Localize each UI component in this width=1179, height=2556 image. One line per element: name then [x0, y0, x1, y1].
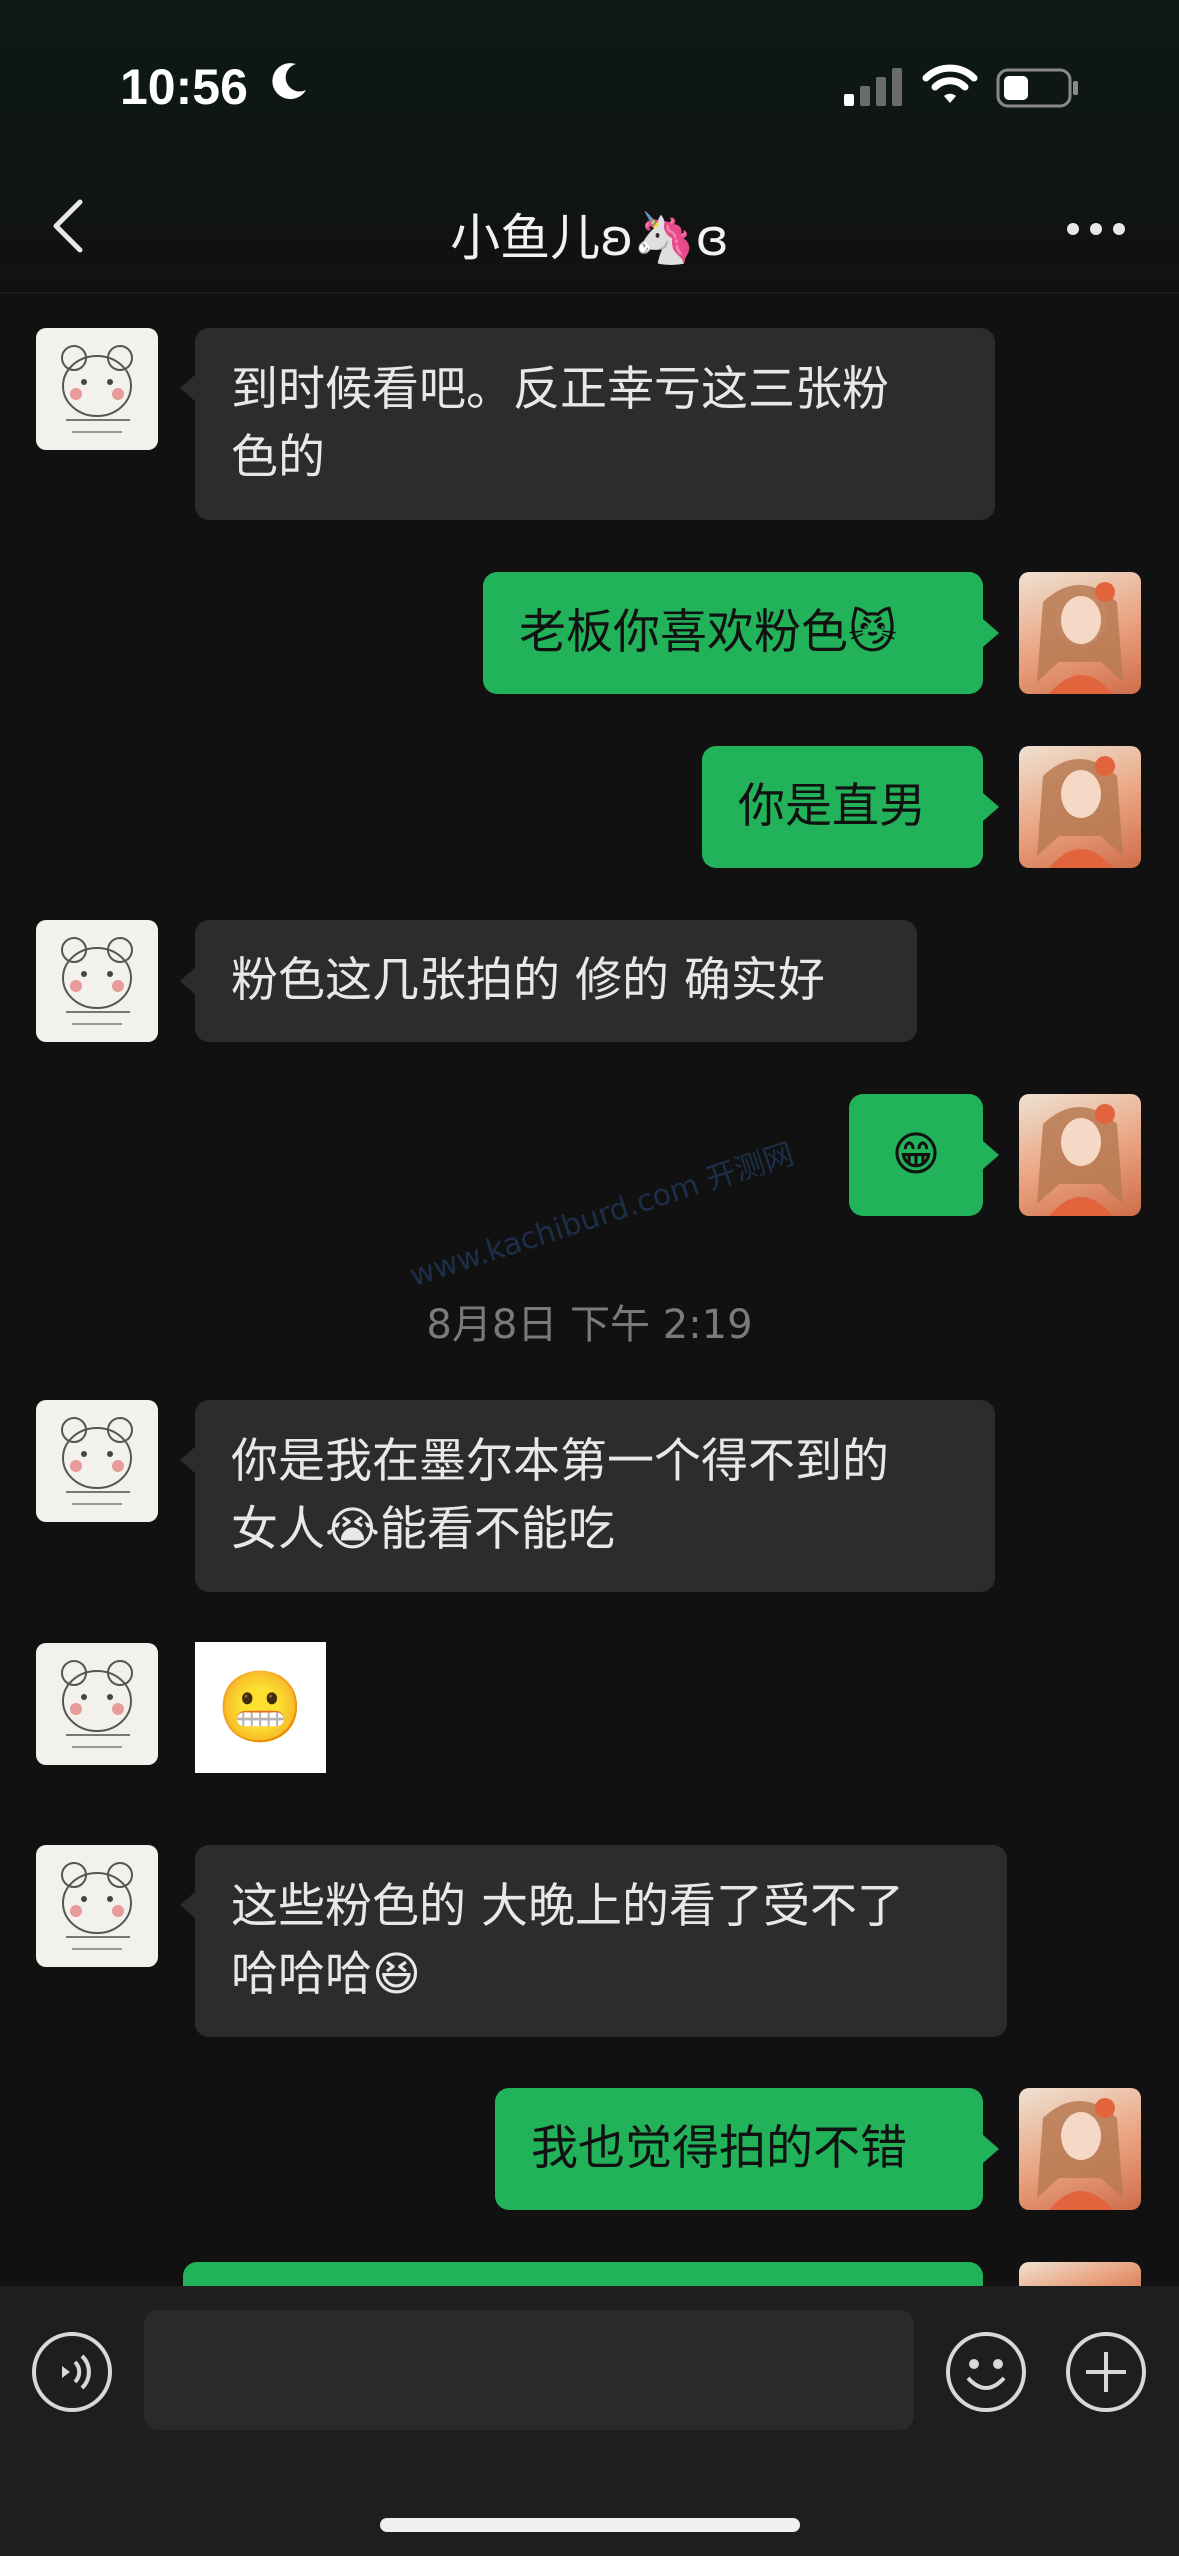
cellular-signal-icon [844, 68, 902, 106]
header-divider [0, 292, 1179, 294]
bubble-tail [180, 967, 196, 995]
my-avatar[interactable] [1019, 2088, 1141, 2210]
voice-icon[interactable] [30, 2330, 114, 2414]
message-text: 粉色这几张拍的 修的 确实好 [231, 953, 825, 1008]
message-text: 我也觉得拍的不错 [531, 2121, 907, 2176]
chat-title: 小鱼儿ʚ🦄ɞ [450, 209, 729, 267]
girl-avatar-image [1037, 756, 1123, 868]
moon-icon [272, 63, 306, 100]
wifi-icon [922, 64, 978, 103]
girl-avatar-image [1037, 2098, 1123, 2210]
bubble-tail [983, 793, 999, 821]
more-icon[interactable] [1066, 222, 1126, 236]
bear-avatar-image [61, 1660, 133, 1748]
bubble-tail [180, 1446, 196, 1474]
bubble-tail [983, 1141, 999, 1169]
message-bubble-incoming[interactable]: 到时候看吧。反正幸亏这三张粉 色的 [195, 328, 995, 520]
status-time: 10:56 [120, 59, 248, 115]
message-bubble-incoming[interactable]: 这些粉色的 大晚上的看了受不了 哈哈哈😆 [195, 1845, 1007, 2037]
navigation-header: 10:56 小鱼儿ʚ🦄ɞ [0, 0, 1179, 292]
bear-avatar-image [61, 1862, 133, 1950]
contact-avatar[interactable] [36, 328, 158, 450]
message-bubble-incoming[interactable]: 你是我在墨尔本第一个得不到的 女人😭能看不能吃 [195, 1400, 995, 1592]
message-bubble-incoming[interactable]: 粉色这几张拍的 修的 确实好 [195, 920, 917, 1042]
bubble-tail [180, 1891, 196, 1919]
bear-avatar-image [61, 937, 133, 1025]
watermark: www.kachiburd.com 开测网 [405, 1136, 799, 1295]
message-timestamp: 8月8日 下午 2:19 [426, 1302, 753, 1348]
emoji-icon[interactable] [944, 2330, 1028, 2414]
girl-avatar-image [1037, 582, 1123, 694]
message-text: 你是直男 [738, 779, 926, 834]
message-bubble-outgoing[interactable]: 😁 [849, 1094, 983, 1216]
grimace-sticker: 😬 [216, 1666, 305, 1748]
message-bubble-outgoing[interactable]: 我也觉得拍的不错 [495, 2088, 983, 2210]
my-avatar[interactable] [1019, 572, 1141, 694]
battery-icon [996, 68, 1078, 108]
my-avatar[interactable] [1019, 746, 1141, 868]
message-text: 你是我在墨尔本第一个得不到的 [231, 1434, 889, 1489]
message-input[interactable] [144, 2310, 914, 2430]
bubble-tail [180, 374, 196, 402]
message-text: 女人😭能看不能吃 [231, 1502, 615, 1557]
sticker-message[interactable]: 😬 [195, 1642, 326, 1773]
message-text: 色的 [231, 430, 325, 485]
bear-avatar-image [61, 1417, 133, 1505]
message-text: 这些粉色的 大晚上的看了受不了 [231, 1879, 904, 1934]
message-bubble-outgoing[interactable]: 你是直男 [702, 746, 983, 868]
contact-avatar[interactable] [36, 1643, 158, 1765]
bubble-tail [983, 2135, 999, 2163]
message-bubble-outgoing[interactable]: 老板你喜欢粉色😼 [483, 572, 983, 694]
girl-avatar-image [1037, 1104, 1123, 1216]
home-indicator[interactable] [380, 2518, 800, 2532]
message-text: 到时候看吧。反正幸亏这三张粉 [231, 362, 889, 417]
message-text: 老板你喜欢粉色😼 [519, 605, 897, 660]
my-avatar[interactable] [1019, 1094, 1141, 1216]
contact-avatar[interactable] [36, 1845, 158, 1967]
message-text: 😁 [891, 1127, 941, 1182]
bear-avatar-image [61, 345, 133, 433]
bubble-tail [983, 619, 999, 647]
message-text: 哈哈哈😆 [231, 1947, 421, 2002]
contact-avatar[interactable] [36, 920, 158, 1042]
contact-avatar[interactable] [36, 1400, 158, 1522]
plus-icon[interactable] [1064, 2330, 1148, 2414]
